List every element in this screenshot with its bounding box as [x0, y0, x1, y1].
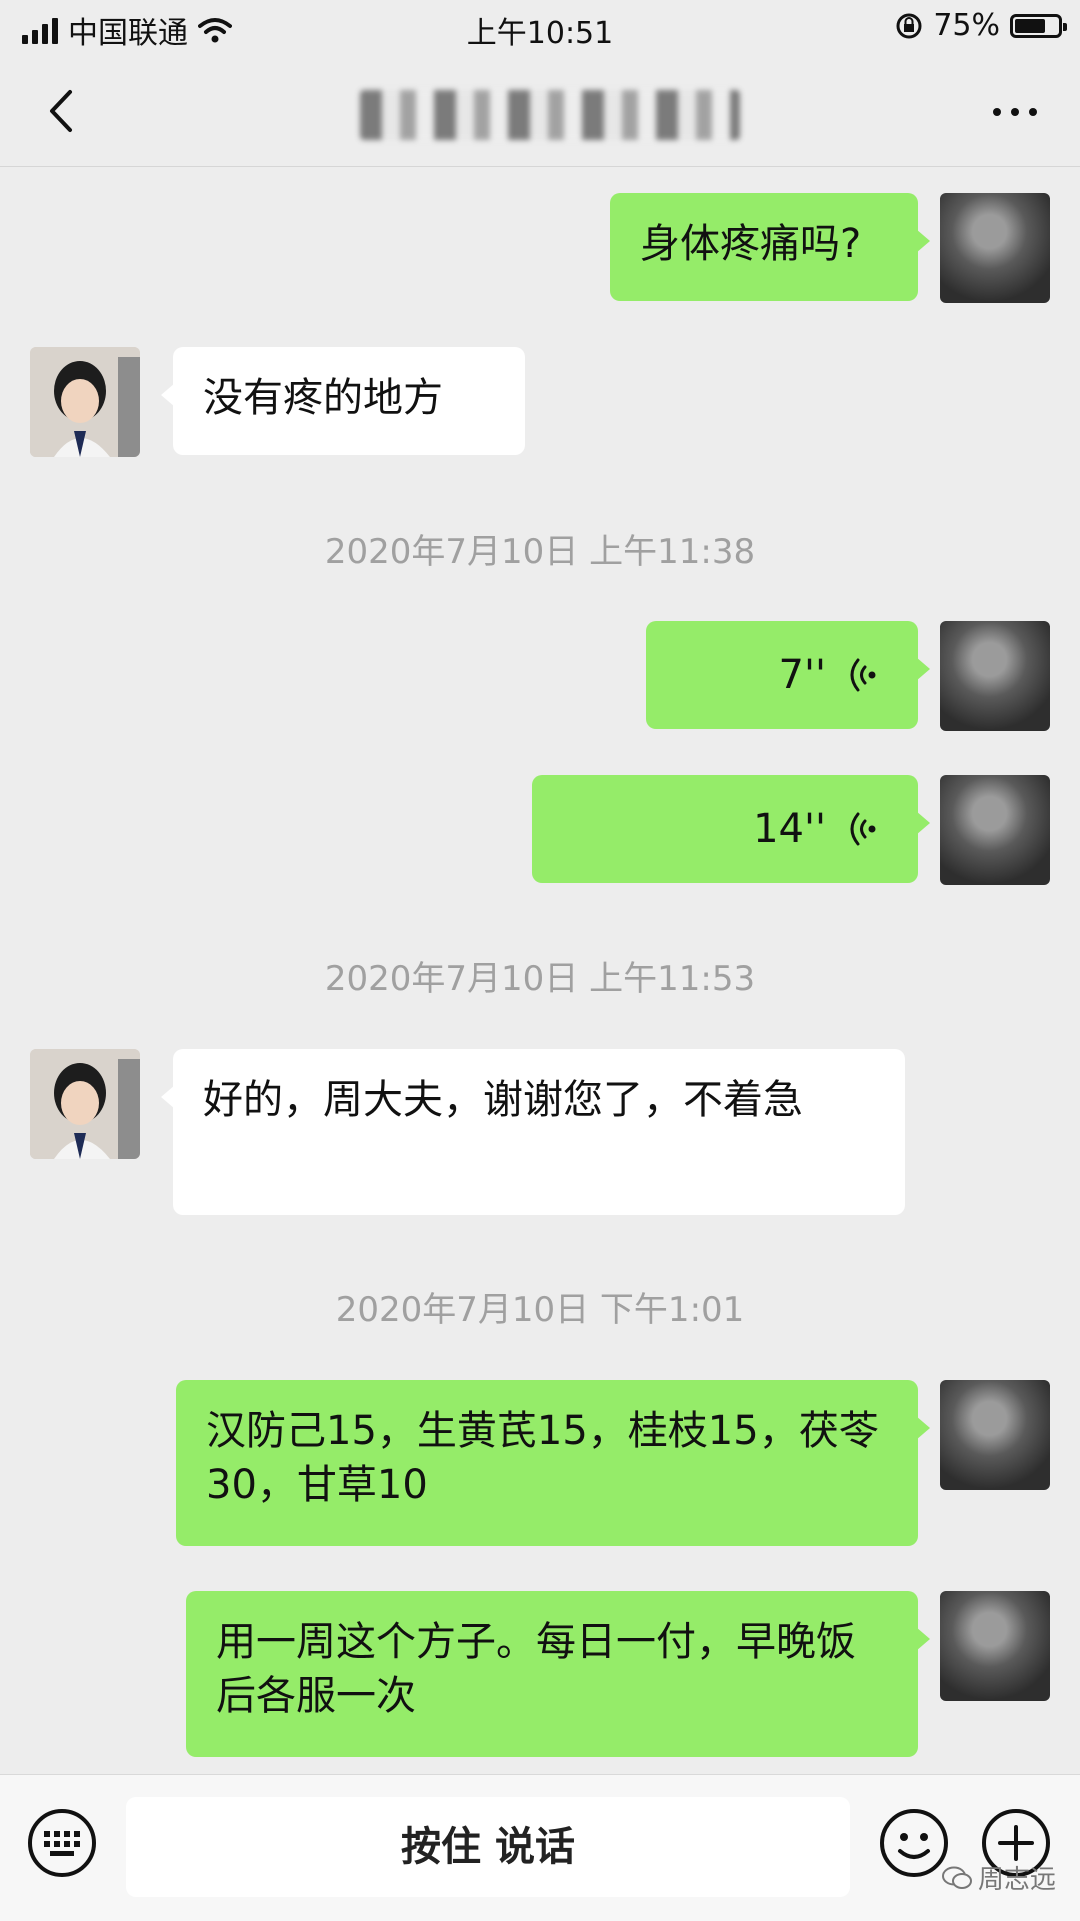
message-bubble[interactable]: 用一周这个方子。每日一付，早晚饭后各服一次 [186, 1591, 930, 1757]
back-icon[interactable] [38, 86, 88, 136]
status-bar: 中国联通 上午10:51 75% [0, 0, 1080, 56]
message-text: 没有疼的地方 [203, 375, 443, 421]
message-bubble[interactable]: 没有疼的地方 [161, 347, 525, 455]
message-bubble[interactable]: 身体疼痛吗? [610, 193, 930, 301]
watermark-text: 周志远 [977, 1865, 1056, 1895]
hold-to-talk-button[interactable]: 按住 说话 [126, 1797, 850, 1897]
chat-area[interactable]: 身体疼痛吗? 没有疼的地方 2020年7月10日 上午11:38 7'' 14'… [0, 166, 1080, 1774]
status-right: 75% [895, 8, 1067, 43]
battery-percent: 75% [933, 8, 1000, 43]
battery-icon [1010, 13, 1067, 38]
keyboard-icon[interactable] [26, 1807, 98, 1879]
input-bar: 按住 说话 周志远 [0, 1774, 1080, 1921]
timestamp: 2020年7月10日 上午11:53 [324, 959, 756, 999]
voice-message[interactable]: 14'' [532, 775, 930, 883]
voice-wave-icon [850, 812, 876, 846]
message-text: 用一周这个方子。每日一付，早晚饭后各服一次 [216, 1619, 856, 1719]
self-avatar[interactable] [940, 775, 1050, 885]
emoji-icon[interactable] [878, 1807, 950, 1879]
message-bubble[interactable]: 汉防己15，生黄芪15，桂枝15，茯苓30，甘草10 [176, 1380, 930, 1546]
voice-duration: 7'' [778, 652, 826, 698]
voice-message[interactable]: 7'' [646, 621, 930, 729]
peer-avatar[interactable] [30, 1049, 140, 1159]
message-bubble[interactable]: 好的，周大夫，谢谢您了，不着急 [161, 1049, 905, 1215]
timestamp: 2020年7月10日 下午1:01 [335, 1290, 745, 1330]
voice-wave-icon [850, 658, 876, 692]
self-avatar[interactable] [940, 193, 1050, 303]
lock-rotation-icon [896, 13, 922, 38]
more-icon[interactable] [990, 102, 1040, 122]
watermark: 周志远 [941, 1859, 1056, 1896]
message-text: 汉防己15，生黄芪15，桂枝15，茯苓30，甘草10 [206, 1408, 879, 1508]
peer-avatar-image [30, 1049, 140, 1159]
peer-avatar-image [30, 347, 140, 457]
message-text: 身体疼痛吗? [640, 221, 862, 267]
self-avatar[interactable] [940, 1591, 1050, 1701]
chat-title-blurred [360, 90, 740, 140]
nav-bar [0, 56, 1080, 167]
wechat-logo-icon [941, 1866, 972, 1889]
self-avatar[interactable] [940, 1380, 1050, 1490]
message-text: 好的，周大夫，谢谢您了，不着急 [203, 1077, 803, 1123]
voice-duration: 14'' [753, 806, 826, 852]
timestamp: 2020年7月10日 上午11:38 [324, 532, 756, 572]
peer-avatar[interactable] [30, 347, 140, 457]
self-avatar[interactable] [940, 621, 1050, 731]
